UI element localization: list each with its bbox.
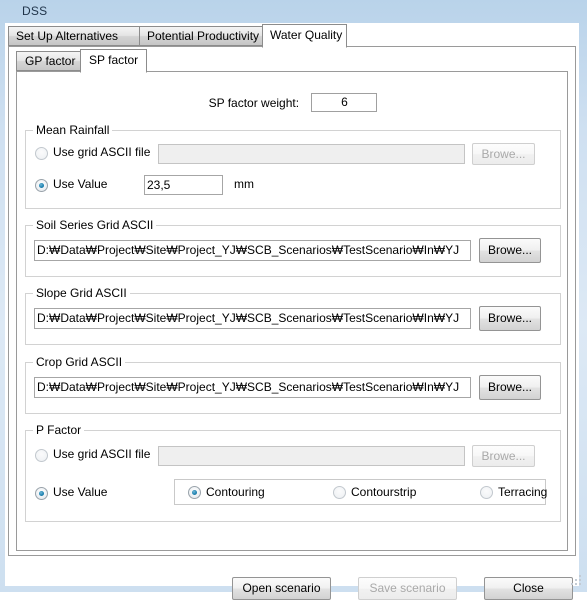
slope-grid-group: Slope Grid ASCII D:₩Data₩Project₩Site₩Pr… (25, 286, 561, 345)
mean-rainfall-group-title: Mean Rainfall (33, 123, 113, 137)
inner-tab-strip: GP factor SP factor (16, 49, 566, 73)
mean-rainfall-group: Mean Rainfall Use grid ASCII file Browe.… (25, 123, 561, 209)
p-factor-options-panel: Contouring Contourstrip Terracing (174, 479, 548, 505)
p-factor-option-contouring-radio[interactable] (188, 486, 201, 499)
mean-rainfall-use-grid-label: Use grid ASCII file (53, 145, 151, 159)
tab-gp-factor[interactable]: GP factor (16, 51, 81, 71)
sp-factor-weight-input[interactable]: 6 (311, 93, 378, 112)
tab-sp-factor[interactable]: SP factor (80, 49, 147, 73)
dialog-client-area: Set Up Alternatives Potential Productivi… (5, 23, 579, 600)
p-factor-option-contouring-label: Contouring (206, 485, 265, 499)
mean-rainfall-use-value-label: Use Value (53, 177, 108, 191)
slope-grid-group-title: Slope Grid ASCII (33, 286, 130, 300)
outer-tab-strip: Set Up Alternatives Potential Productivi… (8, 24, 576, 48)
p-factor-option-contourstrip-radio[interactable] (333, 486, 346, 499)
sp-factor-panel: SP factor weight: 6 Mean Rainfall Use gr… (16, 71, 568, 551)
p-factor-group-title: P Factor (33, 423, 85, 437)
soil-series-path-input[interactable]: D:₩Data₩Project₩Site₩Project_YJ₩SCB_Scen… (34, 240, 471, 261)
crop-grid-browse-button[interactable]: Browe... (479, 375, 541, 400)
close-button[interactable]: Close (484, 577, 573, 600)
title-bar: DSS (0, 0, 587, 23)
slope-grid-browse-button[interactable]: Browe... (479, 306, 541, 331)
water-quality-panel: GP factor SP factor SP factor weight: 6 … (8, 46, 576, 556)
mean-rainfall-grid-path-input[interactable] (158, 144, 465, 164)
mean-rainfall-use-value-radio[interactable] (35, 179, 48, 192)
soil-series-browse-button[interactable]: Browe... (479, 238, 541, 263)
crop-grid-path-input[interactable]: D:₩Data₩Project₩Site₩Project_YJ₩SCB_Scen… (34, 377, 471, 398)
mean-rainfall-value-input[interactable]: 23,5 (144, 175, 223, 195)
p-factor-use-grid-radio[interactable] (35, 449, 48, 462)
mean-rainfall-use-grid-radio[interactable] (35, 147, 48, 160)
mean-rainfall-browse-button[interactable]: Browe... (472, 143, 535, 165)
open-scenario-button[interactable]: Open scenario (232, 577, 331, 600)
resize-grip[interactable] (570, 575, 583, 588)
p-factor-grid-path-input[interactable] (158, 446, 465, 466)
p-factor-group: P Factor Use grid ASCII file Browe... Us… (25, 423, 561, 522)
p-factor-browse-button[interactable]: Browe... (472, 445, 535, 467)
tab-set-up-alternatives[interactable]: Set Up Alternatives (8, 26, 140, 46)
tab-label: Set Up Alternatives (16, 29, 119, 43)
p-factor-option-terracing-label: Terracing (498, 485, 548, 499)
sp-factor-weight-label: SP factor weight: (208, 95, 300, 110)
tab-water-quality[interactable]: Water Quality (262, 24, 347, 48)
soil-series-group-title: Soil Series Grid ASCII (33, 218, 157, 232)
tab-label: Potential Productivity (147, 29, 260, 43)
p-factor-use-grid-label: Use grid ASCII file (53, 447, 151, 461)
tab-potential-productivity[interactable]: Potential Productivity (139, 26, 263, 46)
save-scenario-button[interactable]: Save scenario (358, 577, 457, 600)
dss-dialog-window: DSS Set Up Alternatives Potential Produc… (0, 0, 587, 600)
p-factor-use-value-radio[interactable] (35, 487, 48, 500)
sp-factor-weight-row: SP factor weight: 6 (17, 93, 569, 112)
tab-label: GP factor (25, 54, 76, 68)
mean-rainfall-unit-label: mm (234, 177, 254, 191)
p-factor-use-value-label: Use Value (53, 485, 108, 499)
tab-label: Water Quality (270, 28, 343, 42)
window-title: DSS (22, 4, 48, 18)
slope-grid-path-input[interactable]: D:₩Data₩Project₩Site₩Project_YJ₩SCB_Scen… (34, 308, 471, 329)
tab-label: SP factor (89, 53, 139, 67)
p-factor-option-terracing-radio[interactable] (480, 486, 493, 499)
p-factor-option-contourstrip-label: Contourstrip (351, 485, 417, 499)
soil-series-group: Soil Series Grid ASCII D:₩Data₩Project₩S… (25, 218, 561, 277)
crop-grid-group: Crop Grid ASCII D:₩Data₩Project₩Site₩Pro… (25, 355, 561, 414)
crop-grid-group-title: Crop Grid ASCII (33, 355, 126, 369)
